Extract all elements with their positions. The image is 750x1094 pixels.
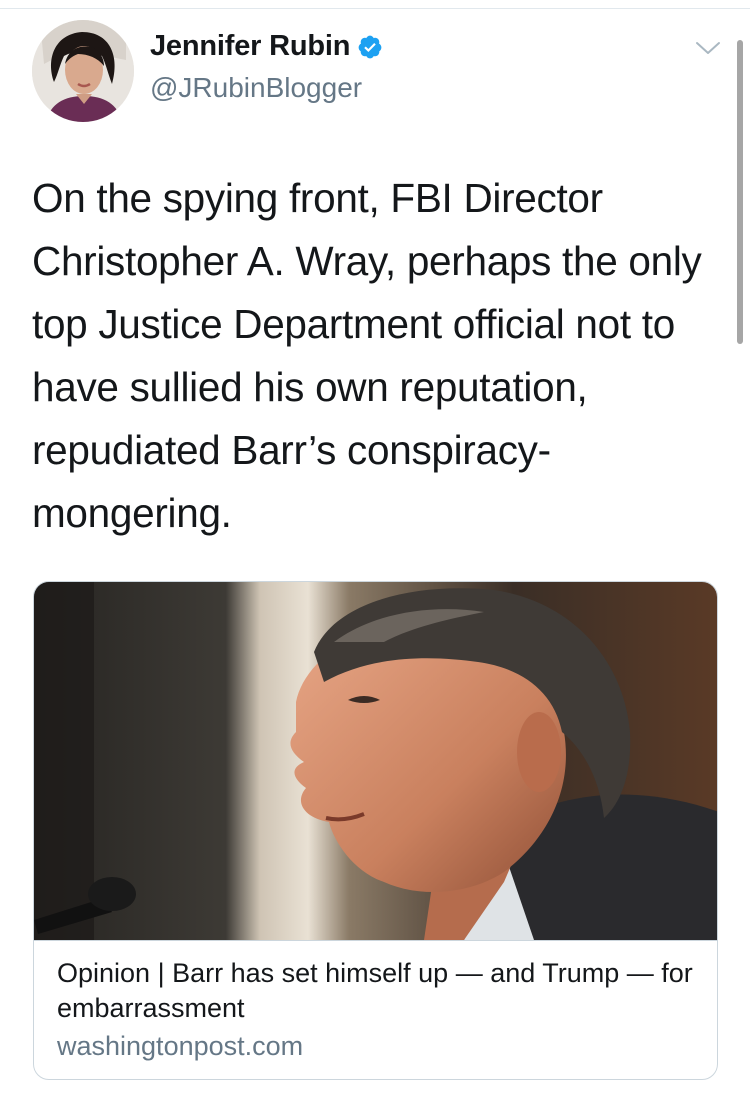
scrollbar[interactable]: [737, 40, 743, 344]
link-card-image: [34, 582, 717, 940]
link-card-title: Opinion | Barr has set himself up — and …: [57, 958, 693, 1023]
link-card-domain: washingtonpost.com: [57, 1031, 304, 1061]
verified-badge-icon: [358, 35, 382, 58]
avatar[interactable]: [32, 20, 134, 122]
name-row: Jennifer Rubin: [150, 30, 383, 63]
avatar-photo: [32, 20, 134, 122]
top-divider: [0, 8, 750, 9]
display-name[interactable]: Jennifer Rubin: [150, 30, 350, 63]
link-card[interactable]: Opinion | Barr has set himself up — and …: [33, 581, 718, 1080]
tweet-text: On the spying front, FBI Director Christ…: [32, 175, 702, 536]
author-handle[interactable]: @JRubinBlogger: [150, 72, 362, 104]
link-card-separator: [34, 940, 717, 941]
tweet-view: Jennifer Rubin @JRubinBlogger On the spy…: [0, 0, 750, 1094]
chevron-down-icon[interactable]: [694, 38, 722, 58]
